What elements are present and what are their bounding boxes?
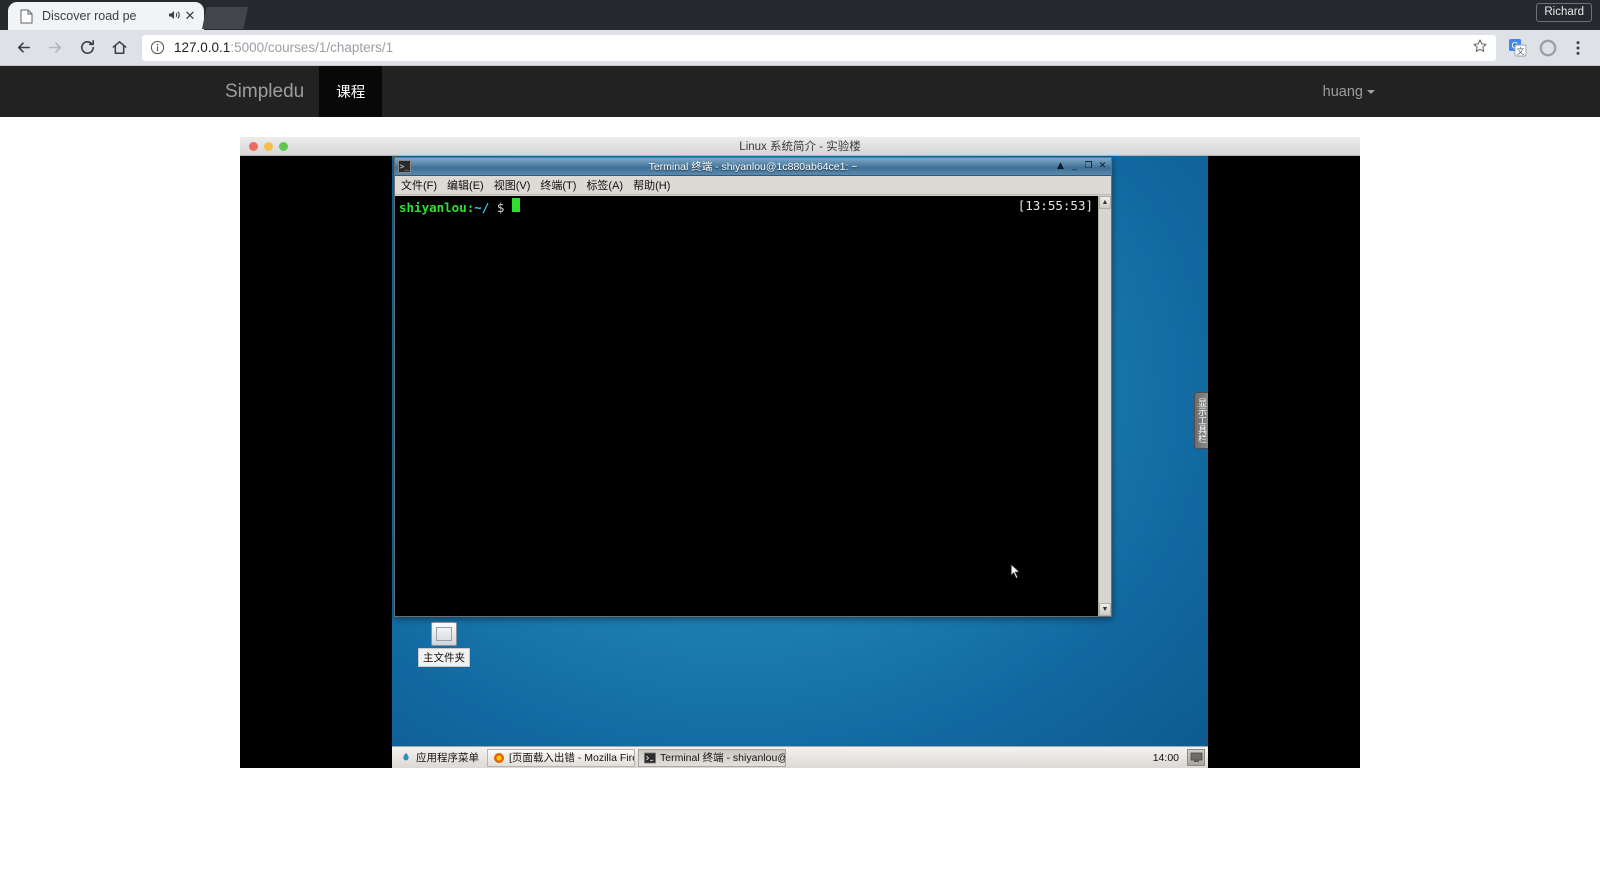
site-navbar: Simpledu 课程 huang [0,66,1600,117]
terminal-body: shiyanlou: ~/ $ [13:55:53] ▲ ▼ [395,196,1111,616]
terminal-window[interactable]: >_ Terminal 终端 - shiyanlou@1c880ab64ce1:… [394,157,1112,617]
close-button[interactable]: ✕ [1097,161,1108,172]
desktop-icon-home-folder[interactable]: 主文件夹 [418,622,470,667]
terminal-clock: [13:55:53] [1017,198,1093,213]
speaker-icon[interactable] [166,9,182,24]
address-bar-text: 127.0.0.1:5000/courses/1/chapters/1 [174,40,393,55]
forward-arrow-icon [40,33,70,63]
application-menu-label: 应用程序菜单 [416,752,479,764]
page-icon [18,8,34,24]
taskbar-window-firefox[interactable]: [页面载入出错 - Mozilla Fire… [487,748,635,767]
home-icon[interactable] [104,33,134,63]
site-brand[interactable]: Simpledu [210,66,319,117]
terminal-prompt-line: shiyanlou: ~/ $ [399,198,1094,215]
folder-icon [431,622,457,646]
web-page-viewport: Simpledu 课程 huang Linux 系统简介 - 实验楼 >_ Te… [0,66,1600,876]
menu-edit[interactable]: 编辑(E) [447,177,484,193]
reload-icon[interactable] [72,33,102,63]
user-dropdown[interactable]: huang [1308,84,1390,100]
lab-vnc-frame: Linux 系统简介 - 实验楼 >_ Terminal 终端 - shiyan… [240,137,1360,768]
mouse-cursor-icon [1010,562,1022,581]
nav-item-courses[interactable]: 课程 [319,66,383,117]
remote-desktop[interactable]: >_ Terminal 终端 - shiyanlou@1c880ab64ce1:… [392,156,1208,768]
terminal-window-buttons: ▲ _ ❐ ✕ [1055,161,1108,172]
desktop-icon-label: 主文件夹 [418,648,470,667]
bookmark-star-icon[interactable] [1472,38,1488,58]
show-toolbar-handle[interactable]: 显示工具栏 [1194,392,1208,449]
browser-tab[interactable]: Discover road pe ✕ [8,2,204,30]
menu-terminal[interactable]: 终端(T) [540,177,576,193]
display-settings-icon[interactable] [1187,749,1205,766]
browser-profile-chip[interactable]: Richard [1536,3,1592,22]
profile-circle-icon[interactable] [1534,34,1562,62]
scroll-up-icon[interactable]: ▲ [1099,196,1111,209]
navbar-right-group: huang [1308,66,1390,117]
terminal-titlebar[interactable]: >_ Terminal 终端 - shiyanlou@1c880ab64ce1:… [395,158,1111,176]
firefox-icon [493,752,505,764]
minimize-button[interactable]: _ [1069,161,1080,172]
taskbar-window-label: [页面载入出错 - Mozilla Fire… [509,752,635,764]
terminal-menubar: 文件(F) 编辑(E) 视图(V) 终端(T) 标签(A) 帮助(H) [395,176,1111,195]
menu-file[interactable]: 文件(F) [401,177,437,193]
url-host: 127.0.0.1 [174,40,231,55]
terminal-cursor [511,198,520,212]
browser-tab-title: Discover road pe [42,9,137,23]
menu-help[interactable]: 帮助(H) [633,177,670,193]
taskbar-window-terminal[interactable]: Terminal 终端 - shiyanlou@… [638,748,786,767]
new-tab-button[interactable] [202,7,248,29]
terminal-screen[interactable]: shiyanlou: ~/ $ [13:55:53] [395,196,1098,616]
lab-embed-wrapper: Linux 系统简介 - 实验楼 >_ Terminal 终端 - shiyan… [0,117,1600,768]
caret-down-icon [1367,89,1375,94]
lab-window-title: Linux 系统简介 - 实验楼 [739,141,861,153]
desktop-taskbar: 应用程序菜单 [页面载入出错 - Mozilla Fire… Terminal … [392,746,1208,768]
user-name: huang [1322,83,1363,100]
prompt-path: ~/ [474,200,490,215]
menu-view[interactable]: 视图(V) [494,177,531,193]
url-path: :5000/courses/1/chapters/1 [230,40,394,55]
prompt-user: shiyanlou [399,200,467,215]
scroll-down-icon[interactable]: ▼ [1099,603,1111,616]
three-dot-menu-icon[interactable] [1564,34,1592,62]
taskbar-clock[interactable]: 14:00 [1153,752,1184,764]
svg-text:文: 文 [1517,46,1525,56]
close-icon[interactable]: ✕ [182,9,198,23]
terminal-window-title: Terminal 终端 - shiyanlou@1c880ab64ce1: ~ [648,161,858,173]
prompt-separator: : [466,200,475,215]
chrome-browser-window: Discover road pe ✕ Richard 127.0.0.1:500… [0,0,1600,876]
back-arrow-icon[interactable] [8,33,38,63]
xfce-mouse-icon [400,752,412,764]
browser-toolbar: 127.0.0.1:5000/courses/1/chapters/1 G 文 [0,30,1600,66]
menu-tabs[interactable]: 标签(A) [586,177,623,193]
address-bar[interactable]: 127.0.0.1:5000/courses/1/chapters/1 [142,34,1496,61]
prompt-symbol: $ [496,200,505,215]
info-circle-icon[interactable] [150,40,166,56]
vnc-letterbox-left [240,156,392,768]
terminal-icon [644,752,656,764]
shade-button[interactable]: ▲ [1055,161,1066,172]
vnc-letterbox-right [1208,156,1360,768]
maximize-button[interactable]: ❐ [1083,161,1094,172]
lab-window-titlebar: Linux 系统简介 - 实验楼 [240,137,1360,156]
application-menu-button[interactable]: 应用程序菜单 [395,749,484,767]
terminal-scrollbar[interactable]: ▲ ▼ [1098,196,1111,616]
google-translate-icon[interactable]: G 文 [1504,34,1532,62]
browser-tab-strip: Discover road pe ✕ Richard [0,0,1600,30]
taskbar-window-label: Terminal 终端 - shiyanlou@… [660,752,786,764]
